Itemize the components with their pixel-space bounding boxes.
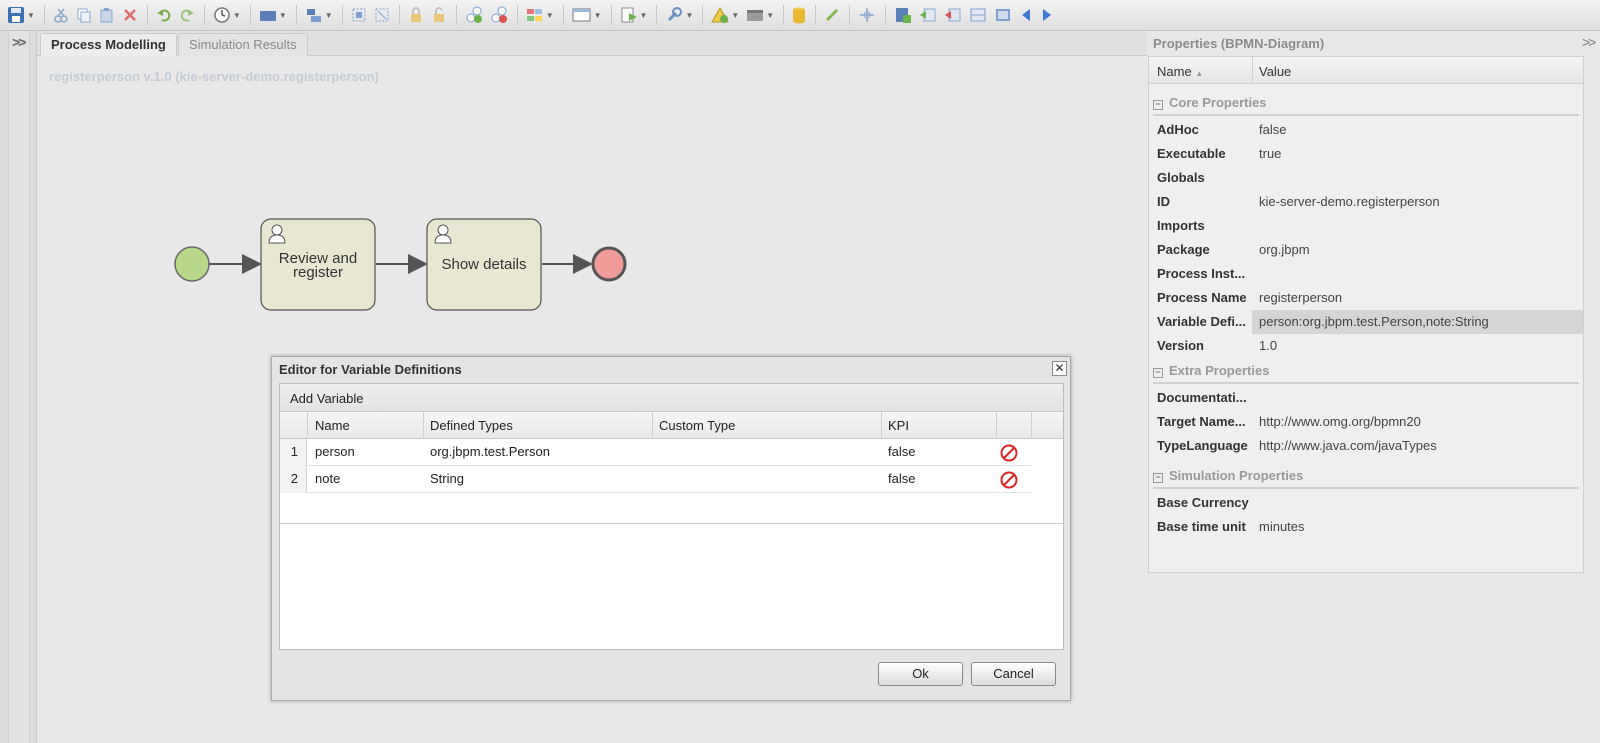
database-icon[interactable]: [789, 3, 809, 27]
cell-name[interactable]: note: [315, 471, 340, 486]
property-row-selected[interactable]: Variable Defi... person:org.jbpm.test.Per…: [1149, 310, 1583, 334]
cell-defined-type[interactable]: org.jbpm.test.Person: [430, 444, 550, 459]
ok-button[interactable]: Ok: [878, 662, 963, 686]
zoom-in-icon[interactable]: [916, 3, 940, 27]
tab-simulation-results[interactable]: Simulation Results: [178, 33, 308, 56]
pen-icon[interactable]: [821, 3, 843, 27]
cell-defined-type[interactable]: String: [430, 471, 464, 486]
row-number: 2: [280, 466, 307, 493]
view-icon[interactable]: [966, 3, 990, 27]
layout-icon[interactable]: ▼: [569, 3, 605, 27]
cell-name[interactable]: person: [315, 444, 355, 459]
fit-icon[interactable]: [991, 3, 1015, 27]
validate-icon[interactable]: ▼: [708, 3, 742, 27]
property-row[interactable]: Version 1.0: [1149, 334, 1583, 358]
col-defined-types[interactable]: Defined Types: [430, 418, 513, 433]
table-row[interactable]: 1 person org.jbpm.test.Person false: [280, 439, 1031, 466]
property-row[interactable]: Executable true: [1149, 142, 1583, 166]
add-node-icon[interactable]: [462, 3, 486, 27]
close-icon[interactable]: ✕: [1052, 361, 1067, 376]
col-custom-type[interactable]: Custom Type: [659, 418, 735, 433]
next-icon[interactable]: [1037, 3, 1057, 27]
collapse-icon[interactable]: −: [1153, 473, 1163, 483]
task-label-line1: Show details: [441, 256, 527, 273]
dialog-title: Editor for Variable Definitions: [279, 362, 462, 377]
new-icon[interactable]: [891, 3, 915, 27]
save-icon[interactable]: ▼: [4, 3, 38, 27]
property-row[interactable]: Target Name... http://www.omg.org/bpmn20: [1149, 410, 1583, 434]
property-row[interactable]: Process Inst...: [1149, 262, 1583, 286]
deselect-icon[interactable]: [371, 3, 393, 27]
property-row[interactable]: Imports: [1149, 214, 1583, 238]
cell-kpi[interactable]: false: [888, 471, 915, 486]
tools-icon[interactable]: ▼: [662, 3, 696, 27]
left-panel: [0, 31, 37, 743]
shape-icon[interactable]: ▼: [256, 3, 290, 27]
property-row[interactable]: Base time unit minutes: [1149, 515, 1583, 539]
task-label-line2: register: [292, 264, 344, 281]
properties-header: Name ▲ Value: [1149, 57, 1583, 84]
add-variable-button[interactable]: Add Variable: [290, 391, 363, 406]
task-label: Show details: [427, 256, 541, 273]
history-icon[interactable]: ▼: [210, 3, 244, 27]
col-kpi[interactable]: KPI: [888, 418, 909, 433]
cancel-button[interactable]: Cancel: [971, 662, 1056, 686]
zoom-out-icon[interactable]: [941, 3, 965, 27]
col-name[interactable]: Name: [315, 418, 350, 433]
move-icon[interactable]: [855, 3, 879, 27]
property-row[interactable]: Documentati...: [1149, 386, 1583, 410]
diagram-title: registerperson v.1.0 (kie-server-demo.re…: [49, 69, 379, 84]
unlock-icon[interactable]: [428, 3, 450, 27]
variables-grid: Add Variable Name Defined Types Custom T…: [279, 383, 1064, 650]
select-all-icon[interactable]: [348, 3, 370, 27]
copy-icon[interactable]: [73, 3, 95, 27]
lock-icon[interactable]: [405, 3, 427, 27]
group-extra-properties[interactable]: − Extra Properties: [1153, 363, 1579, 384]
tab-process-modelling[interactable]: Process Modelling: [40, 33, 177, 56]
group-simulation-properties[interactable]: − Simulation Properties: [1153, 468, 1579, 489]
property-row[interactable]: Base Currency: [1149, 491, 1583, 515]
align-icon[interactable]: ▼: [302, 3, 336, 27]
properties-grid: Name ▲ Value − Core Properties AdHoc false…: [1148, 56, 1584, 573]
export-icon[interactable]: ▼: [617, 3, 651, 27]
properties-title: Properties (BPMN-Diagram): [1153, 36, 1325, 51]
editor-tabs: Process Modelling Simulation Results: [37, 31, 1147, 56]
archive-icon[interactable]: ▼: [743, 3, 777, 27]
main-toolbar: ▼ ▼ ▼ ▼ ▼ ▼ ▼ ▼ ▼ ▼: [0, 0, 1600, 31]
variable-definitions-dialog: Editor for Variable Definitions ✕ Add Va…: [271, 356, 1071, 701]
delete-row-icon[interactable]: [1000, 471, 1018, 489]
task-label: Review and register: [261, 251, 375, 281]
property-row[interactable]: TypeLanguage http://www.java.com/javaType…: [1149, 434, 1583, 458]
table-row[interactable]: 2 note String false: [280, 466, 1031, 493]
collapse-right-icon[interactable]: >>: [1582, 34, 1596, 50]
expand-left-icon[interactable]: >>: [12, 34, 26, 50]
delete-icon[interactable]: [119, 3, 141, 27]
grid-header: Name Defined Types Custom Type KPI: [280, 412, 1063, 439]
property-row[interactable]: AdHoc false: [1149, 118, 1583, 142]
col-name-header[interactable]: Name ▲: [1157, 64, 1203, 79]
grid-toolbar: Add Variable: [280, 384, 1063, 412]
remove-node-icon[interactable]: [487, 3, 511, 27]
color-icon[interactable]: ▼: [523, 3, 557, 27]
delete-row-icon[interactable]: [1000, 444, 1018, 462]
property-row[interactable]: Process Name registerperson: [1149, 286, 1583, 310]
redo-icon[interactable]: [176, 3, 198, 27]
property-row[interactable]: ID kie-server-demo.registerperson: [1149, 190, 1583, 214]
col-value-header[interactable]: Value: [1259, 64, 1291, 79]
paste-icon[interactable]: [96, 3, 118, 27]
collapse-icon[interactable]: −: [1153, 368, 1163, 378]
property-row[interactable]: Globals: [1149, 166, 1583, 190]
prev-icon[interactable]: [1016, 3, 1036, 27]
row-number: 1: [280, 439, 307, 466]
cell-kpi[interactable]: false: [888, 444, 915, 459]
group-core-properties[interactable]: − Core Properties: [1153, 95, 1579, 116]
undo-icon[interactable]: [153, 3, 175, 27]
property-row[interactable]: Package org.jbpm: [1149, 238, 1583, 262]
cut-icon[interactable]: [50, 3, 72, 27]
collapse-icon[interactable]: −: [1153, 100, 1163, 110]
